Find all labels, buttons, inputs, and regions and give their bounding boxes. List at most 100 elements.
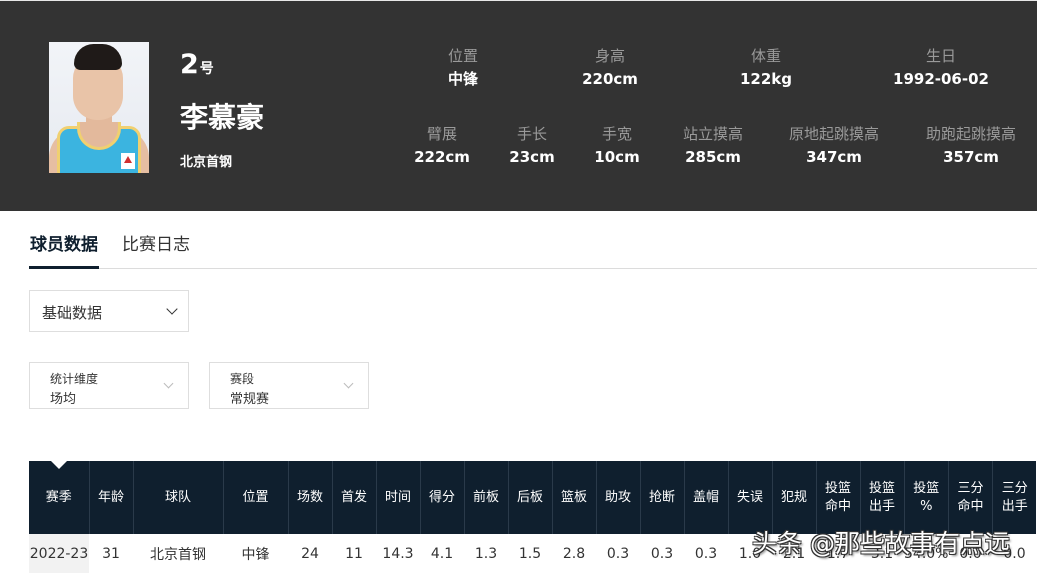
column-header[interactable]: 犯规: [771, 461, 816, 534]
stats-table: 赛季 年龄 球队 位置 场数 首发 时间 得分 前板 后板 篮板 助攻 抢断 盖帽 失误 犯规 投篮 命中 投篮 出手…: [29, 461, 1037, 573]
table-cell: 0.3: [640, 534, 684, 573]
table-cell: 1.3: [464, 534, 508, 573]
data-type-select[interactable]: 基础数据: [29, 290, 189, 332]
column-header-label: 篮板: [560, 489, 587, 505]
table-row: 2022-23 31 北京首钢 中锋 24 11 14.3 4.1 1.3 1.5 2.8 0.3 0.…: [29, 534, 1037, 573]
column-header[interactable]: 后板: [507, 461, 552, 534]
column-header[interactable]: 篮板: [551, 461, 596, 534]
player-name: 李慕豪: [180, 101, 265, 134]
chevron-down-icon: [166, 303, 178, 315]
attr-birthday: 生日 1992-06-02: [893, 47, 989, 88]
column-header-label: 犯规: [780, 489, 807, 505]
column-header[interactable]: 前板: [463, 461, 508, 534]
player-photo: [49, 42, 149, 173]
attr-wingspan: 臂展 222cm: [414, 125, 470, 166]
column-header[interactable]: 位置: [222, 461, 288, 534]
attr-standing-vertical-reach: 原地起跳摸高 347cm: [788, 125, 880, 166]
attr-hand-length: 手长 23cm: [509, 125, 555, 166]
chevron-down-icon: [343, 378, 354, 389]
chevron-down-icon: [163, 378, 174, 389]
column-header-label: %: [920, 498, 933, 514]
table-cell: 1.7: [816, 534, 860, 573]
column-header-label: 得分: [428, 489, 455, 505]
table-cell: 14.3: [376, 534, 420, 573]
attr-position: 位置 中锋: [447, 47, 479, 88]
attr-running-vertical-reach: 助跑起跳摸高 357cm: [925, 125, 1017, 166]
column-header-label: 球队: [164, 489, 191, 505]
column-header[interactable]: 失误: [727, 461, 772, 534]
column-header-label: 助攻: [604, 489, 631, 505]
column-header-label: 命中: [824, 498, 851, 514]
player-team: 北京首钢: [180, 155, 233, 170]
attr-height: 身高 220cm: [582, 47, 638, 88]
stat-dimension-select[interactable]: 统计维度 场均: [29, 362, 189, 409]
column-header-label: 投篮: [913, 480, 940, 496]
tab-game-log[interactable]: 比赛日志: [122, 231, 190, 259]
column-header[interactable]: 三分 出手: [991, 461, 1037, 534]
column-header[interactable]: 年龄: [88, 461, 133, 534]
column-header[interactable]: 得分: [419, 461, 464, 534]
table-cell: 2.1: [772, 534, 816, 573]
column-header-label: 命中: [957, 498, 984, 514]
tab-bar: 球员数据 比赛日志: [29, 231, 1037, 269]
table-cell: 0.3: [596, 534, 640, 573]
column-header[interactable]: 场数: [287, 461, 332, 534]
column-header[interactable]: 投篮 命中: [815, 461, 860, 534]
column-header[interactable]: 首发: [331, 461, 376, 534]
column-header-label: 年龄: [97, 489, 124, 505]
column-header-label: 出手: [1001, 498, 1028, 514]
sponsor-logo-icon: [121, 153, 135, 169]
player-number: 2号: [180, 49, 214, 80]
table-cell: 4.1: [420, 534, 464, 573]
season-phase-value: 常规赛: [230, 392, 270, 407]
column-header[interactable]: 抢断: [639, 461, 684, 534]
column-header-label: 前板: [472, 489, 499, 505]
table-cell: 1.5: [508, 534, 552, 573]
attr-standing-reach: 站立摸高 285cm: [682, 125, 744, 166]
table-cell: 54.0%: [904, 534, 949, 573]
table-cell: 11: [332, 534, 376, 573]
table-cell: 0.0: [992, 534, 1037, 573]
column-header-label: 出手: [868, 498, 895, 514]
column-header[interactable]: 三分 命中: [947, 461, 993, 534]
stat-dimension-label: 统计维度: [50, 372, 99, 386]
table-cell: 2.8: [552, 534, 596, 573]
table-cell: 31: [89, 534, 133, 573]
table-cell: 24: [288, 534, 332, 573]
stat-dimension-value: 场均: [50, 392, 77, 407]
table-cell: 1.0: [728, 534, 772, 573]
season-phase-label: 赛段: [230, 372, 255, 386]
column-header-label: 位置: [242, 489, 269, 505]
column-header-label: 后板: [516, 489, 543, 505]
season-phase-select[interactable]: 赛段 常规赛: [209, 362, 369, 409]
attr-hand-width: 手宽 10cm: [594, 125, 640, 166]
column-header-label: 首发: [340, 489, 367, 505]
column-header[interactable]: 投篮%: [903, 461, 949, 534]
column-header-label: 场数: [296, 489, 323, 505]
column-header[interactable]: 球队: [132, 461, 223, 534]
column-header-label: 投篮: [824, 480, 851, 496]
tab-player-stats[interactable]: 球员数据: [29, 231, 99, 269]
column-header[interactable]: 赛季: [29, 461, 89, 534]
column-header-label: 投篮: [868, 480, 895, 496]
column-header-label: 盖帽: [692, 489, 719, 505]
player-header: 2号 李慕豪 北京首钢 位置 中锋 身高 220cm 体重 122kg 生日 1…: [0, 0, 1037, 211]
table-cell: 中锋: [223, 534, 288, 573]
table-header-row: 赛季 年龄 球队 位置 场数 首发 时间 得分 前板 后板 篮板 助攻 抢断 盖帽 失误 犯规 投篮 命中 投篮 出手…: [29, 461, 1037, 534]
column-header-label: 三分: [1001, 480, 1028, 496]
column-header[interactable]: 投篮 出手: [859, 461, 904, 534]
table-cell: 2022-23: [29, 534, 89, 573]
table-cell: 0.0: [948, 534, 993, 573]
column-header-label: 失误: [736, 489, 763, 505]
column-header[interactable]: 助攻: [595, 461, 640, 534]
column-header[interactable]: 时间: [375, 461, 420, 534]
column-header[interactable]: 盖帽: [683, 461, 728, 534]
column-header-label: 三分: [957, 480, 984, 496]
column-header-label: 时间: [384, 489, 411, 505]
table-cell: 北京首钢: [133, 534, 223, 573]
table-cell: 0.3: [684, 534, 728, 573]
column-header-label: 赛季: [45, 489, 72, 505]
attr-weight: 体重 122kg: [739, 47, 793, 88]
data-type-value: 基础数据: [42, 304, 103, 322]
table-cell: 3.1: [860, 534, 904, 573]
